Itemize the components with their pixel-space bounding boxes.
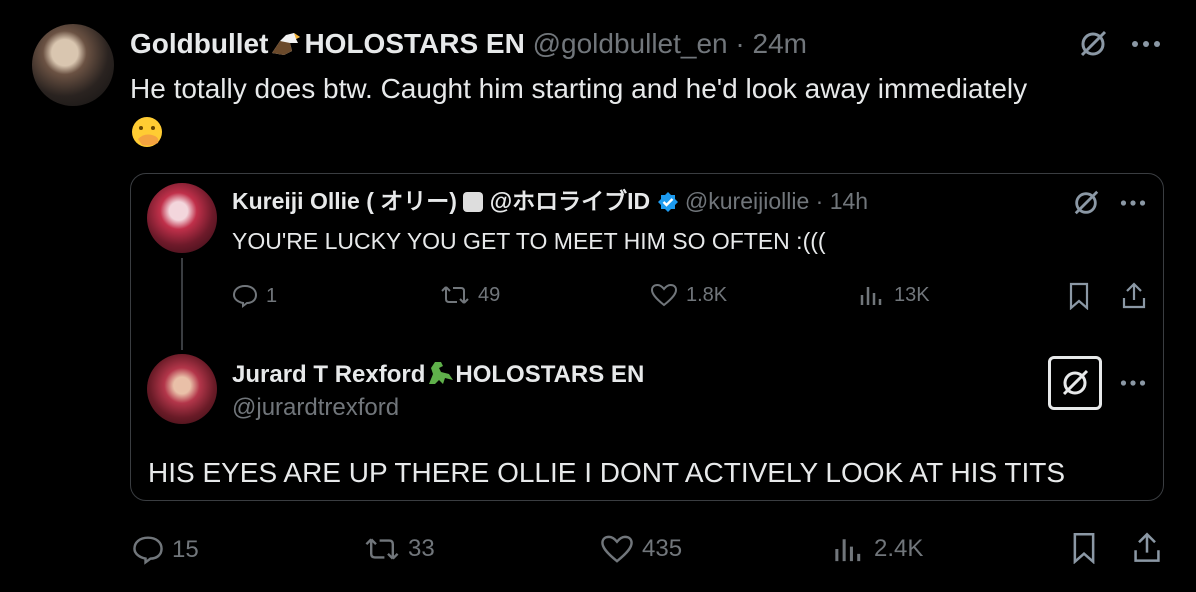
quoted-handle[interactable]: @kureijiollie	[685, 188, 809, 214]
reply-header: Jurard T Rexford HOLOSTARS EN	[232, 358, 644, 390]
dinosaur-emoji	[429, 362, 454, 384]
views-button[interactable]: 2.4K	[832, 534, 923, 564]
views-icon	[835, 539, 861, 562]
quoted-more-button[interactable]	[1116, 186, 1150, 220]
person-emoji	[463, 192, 484, 212]
reply-icon	[133, 536, 163, 565]
quoted-reply-count: 1	[266, 284, 278, 307]
quoted-timestamp[interactable]: 14h	[830, 188, 868, 214]
quoted-share-button[interactable]	[1121, 282, 1147, 310]
reply-icon	[232, 284, 258, 308]
like-icon	[601, 535, 633, 563]
grok-button[interactable]	[1075, 26, 1111, 62]
quoted-tweet-card[interactable]	[130, 173, 1164, 501]
reply-name-suffix: HOLOSTARS EN	[455, 361, 645, 388]
display-name-suffix: HOLOSTARS EN	[304, 28, 525, 59]
handle[interactable]: @goldbullet_en	[533, 28, 728, 59]
more-icon	[1120, 380, 1146, 386]
quoted-like-count: 1.8K	[686, 283, 728, 306]
grok-icon	[1062, 369, 1089, 396]
more-icon	[1120, 200, 1146, 206]
tweet-header: Goldbullet HOLOSTARS EN @goldbullet_en · …	[130, 26, 807, 62]
tweet-text: He totally does btw. Caught him starting…	[130, 70, 1150, 149]
quoted-views-button[interactable]: 13K	[858, 283, 930, 307]
quoted-text: YOU'RE LUCKY YOU GET TO MEET HIM SO OFTE…	[232, 228, 826, 254]
quoted-repost-button[interactable]: 49	[440, 283, 500, 307]
like-button[interactable]: 435	[600, 534, 682, 564]
quoted-name-suffix: @ホロライブID	[489, 188, 651, 214]
bookmark-button[interactable]	[1070, 532, 1098, 564]
avatar-kureiji-ollie[interactable]	[147, 183, 217, 253]
views-icon	[860, 287, 882, 305]
bookmark-icon	[1073, 533, 1095, 564]
display-name[interactable]: Goldbullet	[130, 28, 268, 59]
reply-grok-button[interactable]	[1048, 356, 1102, 410]
repost-button[interactable]: 33	[364, 534, 435, 564]
reply-count: 15	[172, 536, 199, 563]
reply-button[interactable]: 15	[132, 534, 199, 566]
views-count: 2.4K	[874, 535, 924, 562]
quoted-header: Kureiji Ollie ( オリー) @ホロライブID @kureijiol…	[232, 186, 868, 216]
share-icon	[1134, 532, 1160, 562]
repost-icon	[365, 538, 399, 560]
reply-display-name[interactable]: Jurard T Rexford	[232, 361, 425, 388]
quoted-bookmark-button[interactable]	[1067, 282, 1091, 310]
thread-connector-line	[181, 258, 183, 350]
tweet-text-content: He totally does btw. Caught him starting…	[130, 73, 1028, 104]
separator: ·	[735, 28, 745, 59]
avatar-jurard[interactable]	[147, 354, 217, 424]
share-button[interactable]	[1132, 532, 1162, 564]
eagle-emoji	[272, 33, 301, 55]
like-icon	[650, 283, 678, 307]
quoted-repost-count: 49	[478, 283, 501, 306]
repost-icon	[441, 286, 469, 304]
reply-handle[interactable]: @jurardtrexford	[232, 393, 399, 423]
grok-icon	[1074, 190, 1099, 215]
grok-icon	[1080, 30, 1107, 57]
more-button[interactable]	[1128, 26, 1164, 62]
quoted-separator: ·	[815, 188, 824, 214]
quoted-reply-button[interactable]: 1	[232, 283, 277, 309]
hand-over-mouth-emoji	[132, 116, 162, 147]
timestamp[interactable]: 24m	[753, 28, 807, 59]
bookmark-icon	[1069, 282, 1089, 310]
like-count: 435	[642, 535, 683, 562]
avatar-goldbullet[interactable]	[32, 24, 114, 106]
quoted-display-name[interactable]: Kureiji Ollie ( オリー)	[232, 188, 457, 214]
quoted-like-button[interactable]: 1.8K	[650, 283, 727, 307]
more-icon	[1132, 41, 1160, 47]
reply-text: HIS EYES ARE UP THERE OLLIE I DONT ACTIV…	[148, 457, 1066, 488]
share-icon	[1122, 282, 1146, 309]
verified-badge-icon	[657, 192, 678, 212]
quoted-views-count: 13K	[894, 283, 930, 306]
repost-count: 33	[408, 535, 435, 562]
quoted-grok-button[interactable]	[1069, 186, 1103, 220]
reply-more-button[interactable]	[1116, 366, 1150, 400]
